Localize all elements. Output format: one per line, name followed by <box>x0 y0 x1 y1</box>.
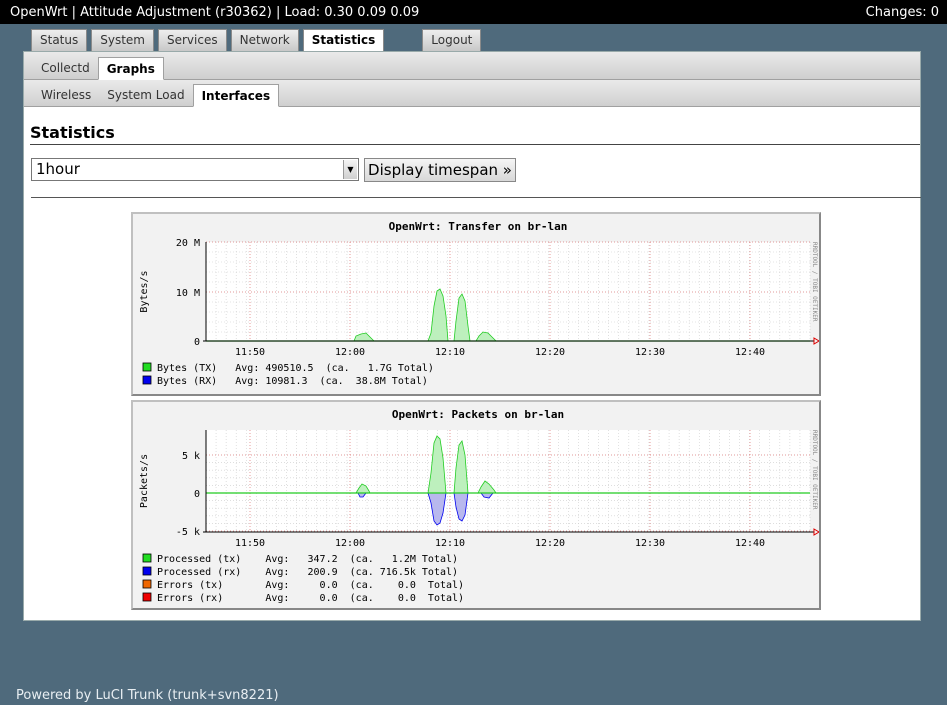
legend-swatch <box>142 566 152 576</box>
divider <box>31 197 921 198</box>
x-tick-label: 12:00 <box>335 347 365 358</box>
x-axis-arrow <box>813 528 819 536</box>
graph-canvas: OpenWrt: Transfer on br-lan RRDTOOL / TOB… <box>139 220 819 387</box>
legend-entry: Bytes (TX) Avg: 490510.5 (ca. 1.7G Total… <box>157 363 434 374</box>
x-tick-label: 11:50 <box>235 538 265 549</box>
x-tick-label: 12:10 <box>435 538 465 549</box>
page-title: Statistics <box>30 123 920 145</box>
tab-network[interactable]: Network <box>230 29 299 51</box>
x-tick-label: 12:40 <box>735 347 765 358</box>
chevron-down-icon: ▼ <box>343 160 357 179</box>
x-axis-arrow <box>813 337 819 345</box>
legend-swatch <box>142 362 152 372</box>
content-panel: Collectd Graphs Wireless System Load Int… <box>23 51 921 621</box>
y-tick-label: 0 <box>194 489 200 500</box>
router-title: OpenWrt | Attitude Adjustment (r30362) |… <box>10 4 420 20</box>
tab-graphs[interactable]: Graphs <box>97 57 164 80</box>
x-tick-label: 12:10 <box>435 347 465 358</box>
tab-interfaces[interactable]: Interfaces <box>192 84 280 107</box>
tab-status[interactable]: Status <box>31 29 88 51</box>
x-tick-label: 12:00 <box>335 538 365 549</box>
tab-logout[interactable]: Logout <box>422 29 482 51</box>
legend-entry: Errors (tx) Avg: 0.0 (ca. 0.0 Total) <box>157 580 464 591</box>
display-timespan-button[interactable]: Display timespan » <box>364 158 516 182</box>
y-tick-label: -5 k <box>176 527 200 538</box>
tab-collectd[interactable]: Collectd <box>33 57 98 80</box>
x-tick-label: 12:20 <box>535 347 565 358</box>
timespan-selected: 1hour <box>36 160 80 178</box>
transfer-graph: OpenWrt: Transfer on br-lan RRDTOOL / TOB… <box>131 212 821 396</box>
y-tick-label: 5 k <box>182 451 200 462</box>
x-tick-label: 12:30 <box>635 538 665 549</box>
changes-counter[interactable]: Changes: 0 <box>866 5 939 20</box>
x-tick-label: 12:40 <box>735 538 765 549</box>
graph-title: OpenWrt: Transfer on br-lan <box>389 220 568 233</box>
main-navigation: Status System Services Network Statistic… <box>31 29 485 52</box>
x-tick-label: 11:50 <box>235 347 265 358</box>
y-axis-label: Packets/s <box>139 454 150 508</box>
legend-swatch <box>142 553 152 563</box>
legend-entry: Bytes (RX) Avg: 10981.3 (ca. 38.8M Total… <box>157 376 428 387</box>
x-tick-label: 12:30 <box>635 347 665 358</box>
tab-services[interactable]: Services <box>158 29 227 51</box>
y-tick-label: 10 M <box>176 288 200 299</box>
legend-swatch <box>142 375 152 385</box>
packets-graph: OpenWrt: Packets on br-lan RRDTOOL / TOBI… <box>131 400 821 610</box>
rrdtool-credit: RRDTOOL / TOBI OETIKER <box>811 430 818 510</box>
footer-credits: Powered by LuCI Trunk (trunk+svn8221) <box>16 688 279 703</box>
x-tick-label: 12:20 <box>535 538 565 549</box>
subnav-bar: Collectd Graphs <box>24 52 920 80</box>
legend-entry: Processed (tx) Avg: 347.2 (ca. 1.2M Tota… <box>157 554 458 565</box>
tab-wireless[interactable]: Wireless <box>33 84 99 107</box>
subnav-bar-2: Wireless System Load Interfaces <box>24 80 920 107</box>
legend-swatch <box>142 579 152 589</box>
top-status-bar: OpenWrt | Attitude Adjustment (r30362) |… <box>0 0 947 24</box>
tab-statistics[interactable]: Statistics <box>302 29 385 52</box>
graph-title: OpenWrt: Packets on br-lan <box>392 408 564 421</box>
legend-swatch <box>142 592 152 602</box>
y-tick-label: 0 <box>194 337 200 348</box>
legend-entry: Errors (rx) Avg: 0.0 (ca. 0.0 Total) <box>157 593 464 604</box>
y-axis-label: Bytes/s <box>139 270 150 312</box>
legend-entry: Processed (rx) Avg: 200.9 (ca. 716.5k To… <box>157 567 458 578</box>
rrdtool-credit: RRDTOOL / TOBI OETIKER <box>811 242 818 322</box>
graph-canvas: OpenWrt: Packets on br-lan RRDTOOL / TOBI… <box>139 408 819 604</box>
tab-system-load[interactable]: System Load <box>99 84 192 107</box>
timespan-select[interactable]: 1hour ▼ <box>31 158 359 181</box>
y-tick-label: 20 M <box>176 238 200 249</box>
tab-system[interactable]: System <box>91 29 154 51</box>
